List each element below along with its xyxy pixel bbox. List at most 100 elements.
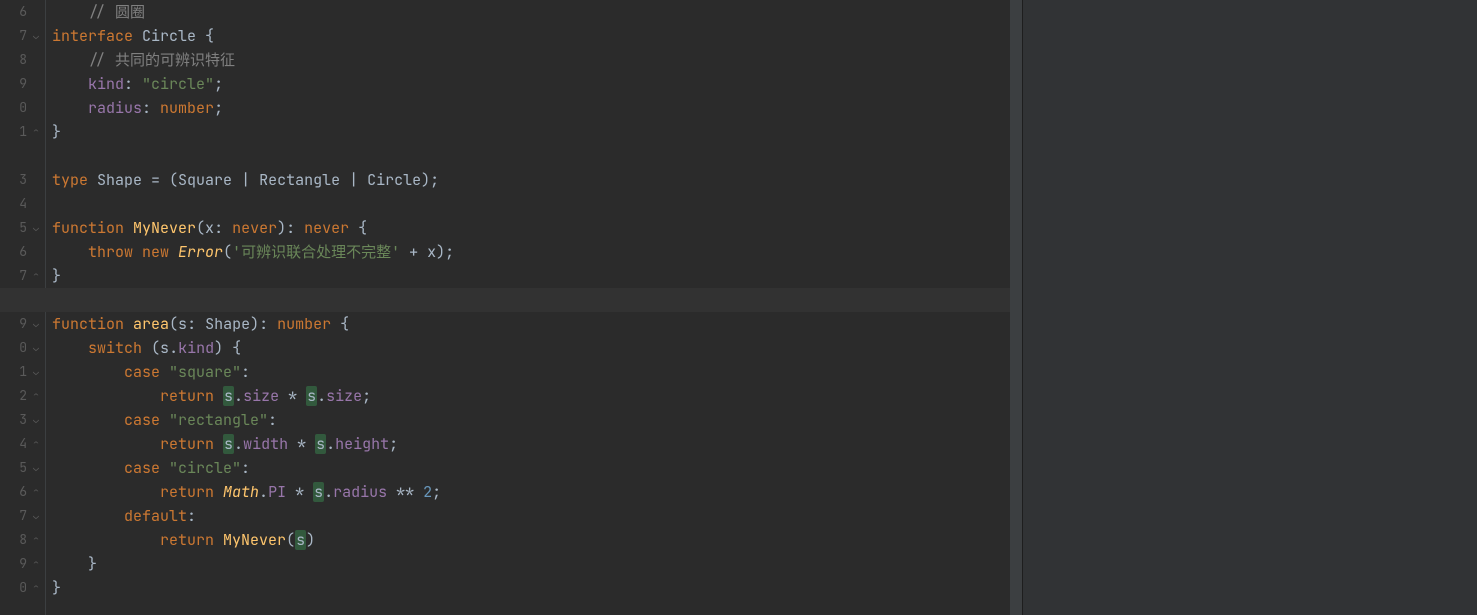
- code-token: [52, 386, 160, 406]
- code-token: :: [142, 98, 160, 118]
- fold-toggle-icon[interactable]: ⌃: [33, 559, 43, 569]
- fold-toggle-icon[interactable]: ⌃: [33, 127, 43, 137]
- code-line[interactable]: return s.size * s.size;: [52, 384, 1010, 408]
- code-token: MyNever: [223, 530, 286, 550]
- code-line[interactable]: default:: [52, 504, 1010, 528]
- code-line[interactable]: }: [52, 264, 1010, 288]
- code-line[interactable]: return s.width * s.height;: [52, 432, 1010, 456]
- fold-toggle-icon[interactable]: ⌄: [33, 319, 43, 329]
- code-line[interactable]: }: [52, 576, 1010, 600]
- code-token: throw new: [88, 242, 178, 262]
- code-token: .: [234, 434, 243, 454]
- line-number[interactable]: [0, 144, 27, 168]
- code-token: [52, 530, 160, 550]
- code-line[interactable]: [52, 192, 1010, 216]
- line-number[interactable]: 2: [0, 384, 27, 408]
- line-number[interactable]: 1: [0, 360, 27, 384]
- code-line[interactable]: case "rectangle":: [52, 408, 1010, 432]
- line-number[interactable]: 9: [0, 72, 27, 96]
- code-token: [52, 506, 124, 526]
- fold-toggle-icon[interactable]: ⌄: [33, 343, 43, 353]
- line-number[interactable]: 4: [0, 192, 27, 216]
- code-token: "circle": [169, 458, 241, 478]
- code-token: area: [133, 314, 169, 334]
- fold-toggle-icon[interactable]: ⌄: [33, 511, 43, 521]
- code-line[interactable]: function area(s: Shape): number {: [52, 312, 1010, 336]
- code-token: [52, 74, 88, 94]
- code-line[interactable]: return Math.PI * s.radius ** 2;: [52, 480, 1010, 504]
- code-token: ;: [362, 386, 371, 406]
- code-line[interactable]: [52, 144, 1010, 168]
- code-token: (: [196, 218, 205, 238]
- code-line[interactable]: throw new Error('可辨识联合处理不完整' + x);: [52, 240, 1010, 264]
- code-token: interface: [52, 26, 142, 46]
- code-token: // 圆圈: [88, 2, 145, 22]
- code-line[interactable]: case "circle":: [52, 456, 1010, 480]
- code-token: (: [286, 530, 295, 550]
- fold-toggle-icon[interactable]: ⌃: [33, 583, 43, 593]
- fold-toggle-icon[interactable]: ⌄: [33, 223, 43, 233]
- code-token: :: [124, 74, 142, 94]
- line-number[interactable]: 0: [0, 576, 27, 600]
- code-line[interactable]: }: [52, 120, 1010, 144]
- code-token: :: [187, 506, 196, 526]
- code-line[interactable]: }: [52, 552, 1010, 576]
- fold-toggle-icon[interactable]: ⌄: [33, 463, 43, 473]
- code-token: [52, 482, 160, 502]
- line-number[interactable]: 8: [0, 48, 27, 72]
- line-number[interactable]: 6: [0, 240, 27, 264]
- line-number[interactable]: 9: [0, 552, 27, 576]
- code-token: return: [160, 482, 223, 502]
- line-number[interactable]: 7: [0, 504, 27, 528]
- code-area[interactable]: // 圆圈interface Circle { // 共同的可辨识特征 kind…: [45, 0, 1010, 615]
- line-number[interactable]: 0: [0, 96, 27, 120]
- code-token: PI: [268, 482, 286, 502]
- fold-toggle-icon[interactable]: ⌃: [33, 439, 43, 449]
- code-token: never: [304, 218, 358, 238]
- code-line[interactable]: case "square":: [52, 360, 1010, 384]
- line-number[interactable]: 4: [0, 432, 27, 456]
- fold-toggle-icon[interactable]: ⌃: [33, 535, 43, 545]
- code-token: (: [151, 338, 160, 358]
- code-line[interactable]: switch (s.kind) {: [52, 336, 1010, 360]
- fold-toggle-icon[interactable]: ⌄: [33, 31, 43, 41]
- line-number[interactable]: 0: [0, 336, 27, 360]
- code-line[interactable]: kind: "circle";: [52, 72, 1010, 96]
- code-token: :: [214, 218, 232, 238]
- line-number[interactable]: 7: [0, 24, 27, 48]
- code-line[interactable]: // 圆圈: [52, 0, 1010, 24]
- line-number[interactable]: 9: [0, 312, 27, 336]
- code-line[interactable]: interface Circle {: [52, 24, 1010, 48]
- code-token: ):: [250, 314, 277, 334]
- fold-toggle-icon[interactable]: ⌃: [33, 271, 43, 281]
- code-token: s: [295, 530, 306, 550]
- code-token: *: [279, 386, 306, 406]
- code-line[interactable]: radius: number;: [52, 96, 1010, 120]
- code-token: s: [306, 386, 317, 406]
- code-token: (: [169, 314, 178, 334]
- scrollbar-track[interactable]: [1010, 0, 1022, 615]
- line-number[interactable]: 7: [0, 264, 27, 288]
- line-number[interactable]: 5: [0, 216, 27, 240]
- code-line[interactable]: function MyNever(x: never): never {: [52, 216, 1010, 240]
- line-number[interactable]: 3: [0, 168, 27, 192]
- line-number[interactable]: 3: [0, 408, 27, 432]
- code-token: number: [160, 98, 214, 118]
- line-number[interactable]: 1: [0, 120, 27, 144]
- code-line[interactable]: // 共同的可辨识特征: [52, 48, 1010, 72]
- line-number[interactable]: 5: [0, 456, 27, 480]
- line-number[interactable]: 6: [0, 0, 27, 24]
- code-token: function: [52, 218, 133, 238]
- line-number[interactable]: 8: [0, 528, 27, 552]
- fold-toggle-icon[interactable]: ⌄: [33, 367, 43, 377]
- code-token: Circle: [142, 26, 205, 46]
- fold-toggle-icon[interactable]: ⌃: [33, 391, 43, 401]
- fold-toggle-icon[interactable]: ⌄: [33, 415, 43, 425]
- line-number[interactable]: 6: [0, 480, 27, 504]
- code-token: [52, 458, 124, 478]
- code-line[interactable]: type Shape = (Square | Rectangle | Circl…: [52, 168, 1010, 192]
- code-line[interactable]: return MyNever(s): [52, 528, 1010, 552]
- code-token: .: [317, 386, 326, 406]
- fold-toggle-icon[interactable]: ⌃: [33, 487, 43, 497]
- code-token: [52, 410, 124, 430]
